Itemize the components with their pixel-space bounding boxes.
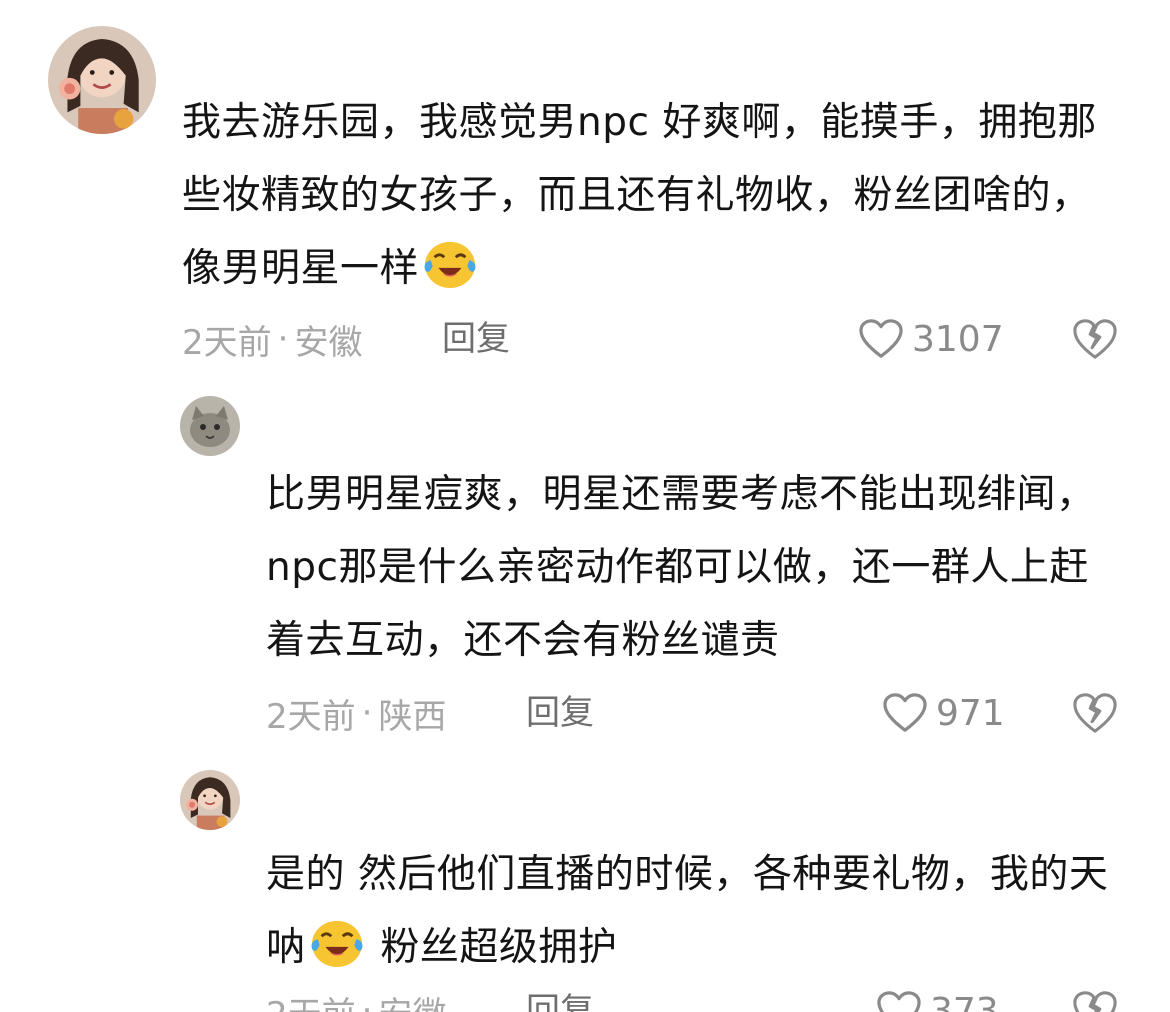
heart-icon [877,991,921,1012]
meta-separator: · [361,693,373,733]
comment-location: 安徽 [294,322,363,363]
reply-button[interactable]: 回复 [526,688,594,738]
broken-heart-icon[interactable] [1072,988,1118,1012]
comment-meta: 2天前 · 安徽 [182,314,362,364]
heart-icon [859,319,903,358]
like-count: 373 [930,990,999,1012]
comment-meta: 2天前 · 安徽 [266,986,446,1012]
crying-laughing-emoji-icon [421,237,479,289]
comment-time: 2天前 [266,987,356,1012]
avatar-cat-icon [180,396,240,456]
user-avatar[interactable] [180,770,240,830]
comment-meta: 2天前 · 陕西 [266,688,446,738]
user-avatar[interactable] [48,26,156,134]
avatar-girl-flower-icon [180,770,240,830]
reply-button[interactable]: 回复 [442,314,510,364]
broken-heart-icon[interactable] [1072,690,1118,736]
meta-separator: · [361,991,373,1012]
comment-location: 安徽 [378,987,446,1012]
comment-time: 2天前 [266,696,356,737]
comment-time: 2天前 [182,322,272,363]
like-count: 971 [936,692,1005,734]
like-button[interactable]: 971 [882,688,1005,738]
user-avatar[interactable] [180,396,240,456]
heart-icon [883,693,927,732]
like-button[interactable]: 3107 [858,314,1004,364]
comment-location: 陕西 [378,696,447,737]
avatar-girl-flower-icon [48,26,156,134]
comment-text: 比男明星痘爽，明星还需要考虑不能出现绯闻，npc那是什么亲密动作都可以做，还一群… [266,472,1096,663]
comment-thread: 我去游乐园，我感觉男npc 好爽啊，能摸手，拥抱那些妆精致的女孩子，而且还有礼物… [0,0,1170,1012]
comment-text: 是的 然后他们直播的时候，各种要礼物，我的天呐 粉丝超级拥护 [266,852,1109,970]
reply-button[interactable]: 回复 [526,986,594,1012]
broken-heart-icon[interactable] [1072,316,1118,362]
crying-laughing-emoji-icon [308,916,366,968]
comment-text: 我去游乐园，我感觉男npc 好爽啊，能摸手，拥抱那些妆精致的女孩子，而且还有礼物… [182,100,1097,291]
like-button[interactable]: 373 [876,986,999,1012]
like-count: 3107 [912,318,1004,360]
meta-separator: · [277,319,289,359]
